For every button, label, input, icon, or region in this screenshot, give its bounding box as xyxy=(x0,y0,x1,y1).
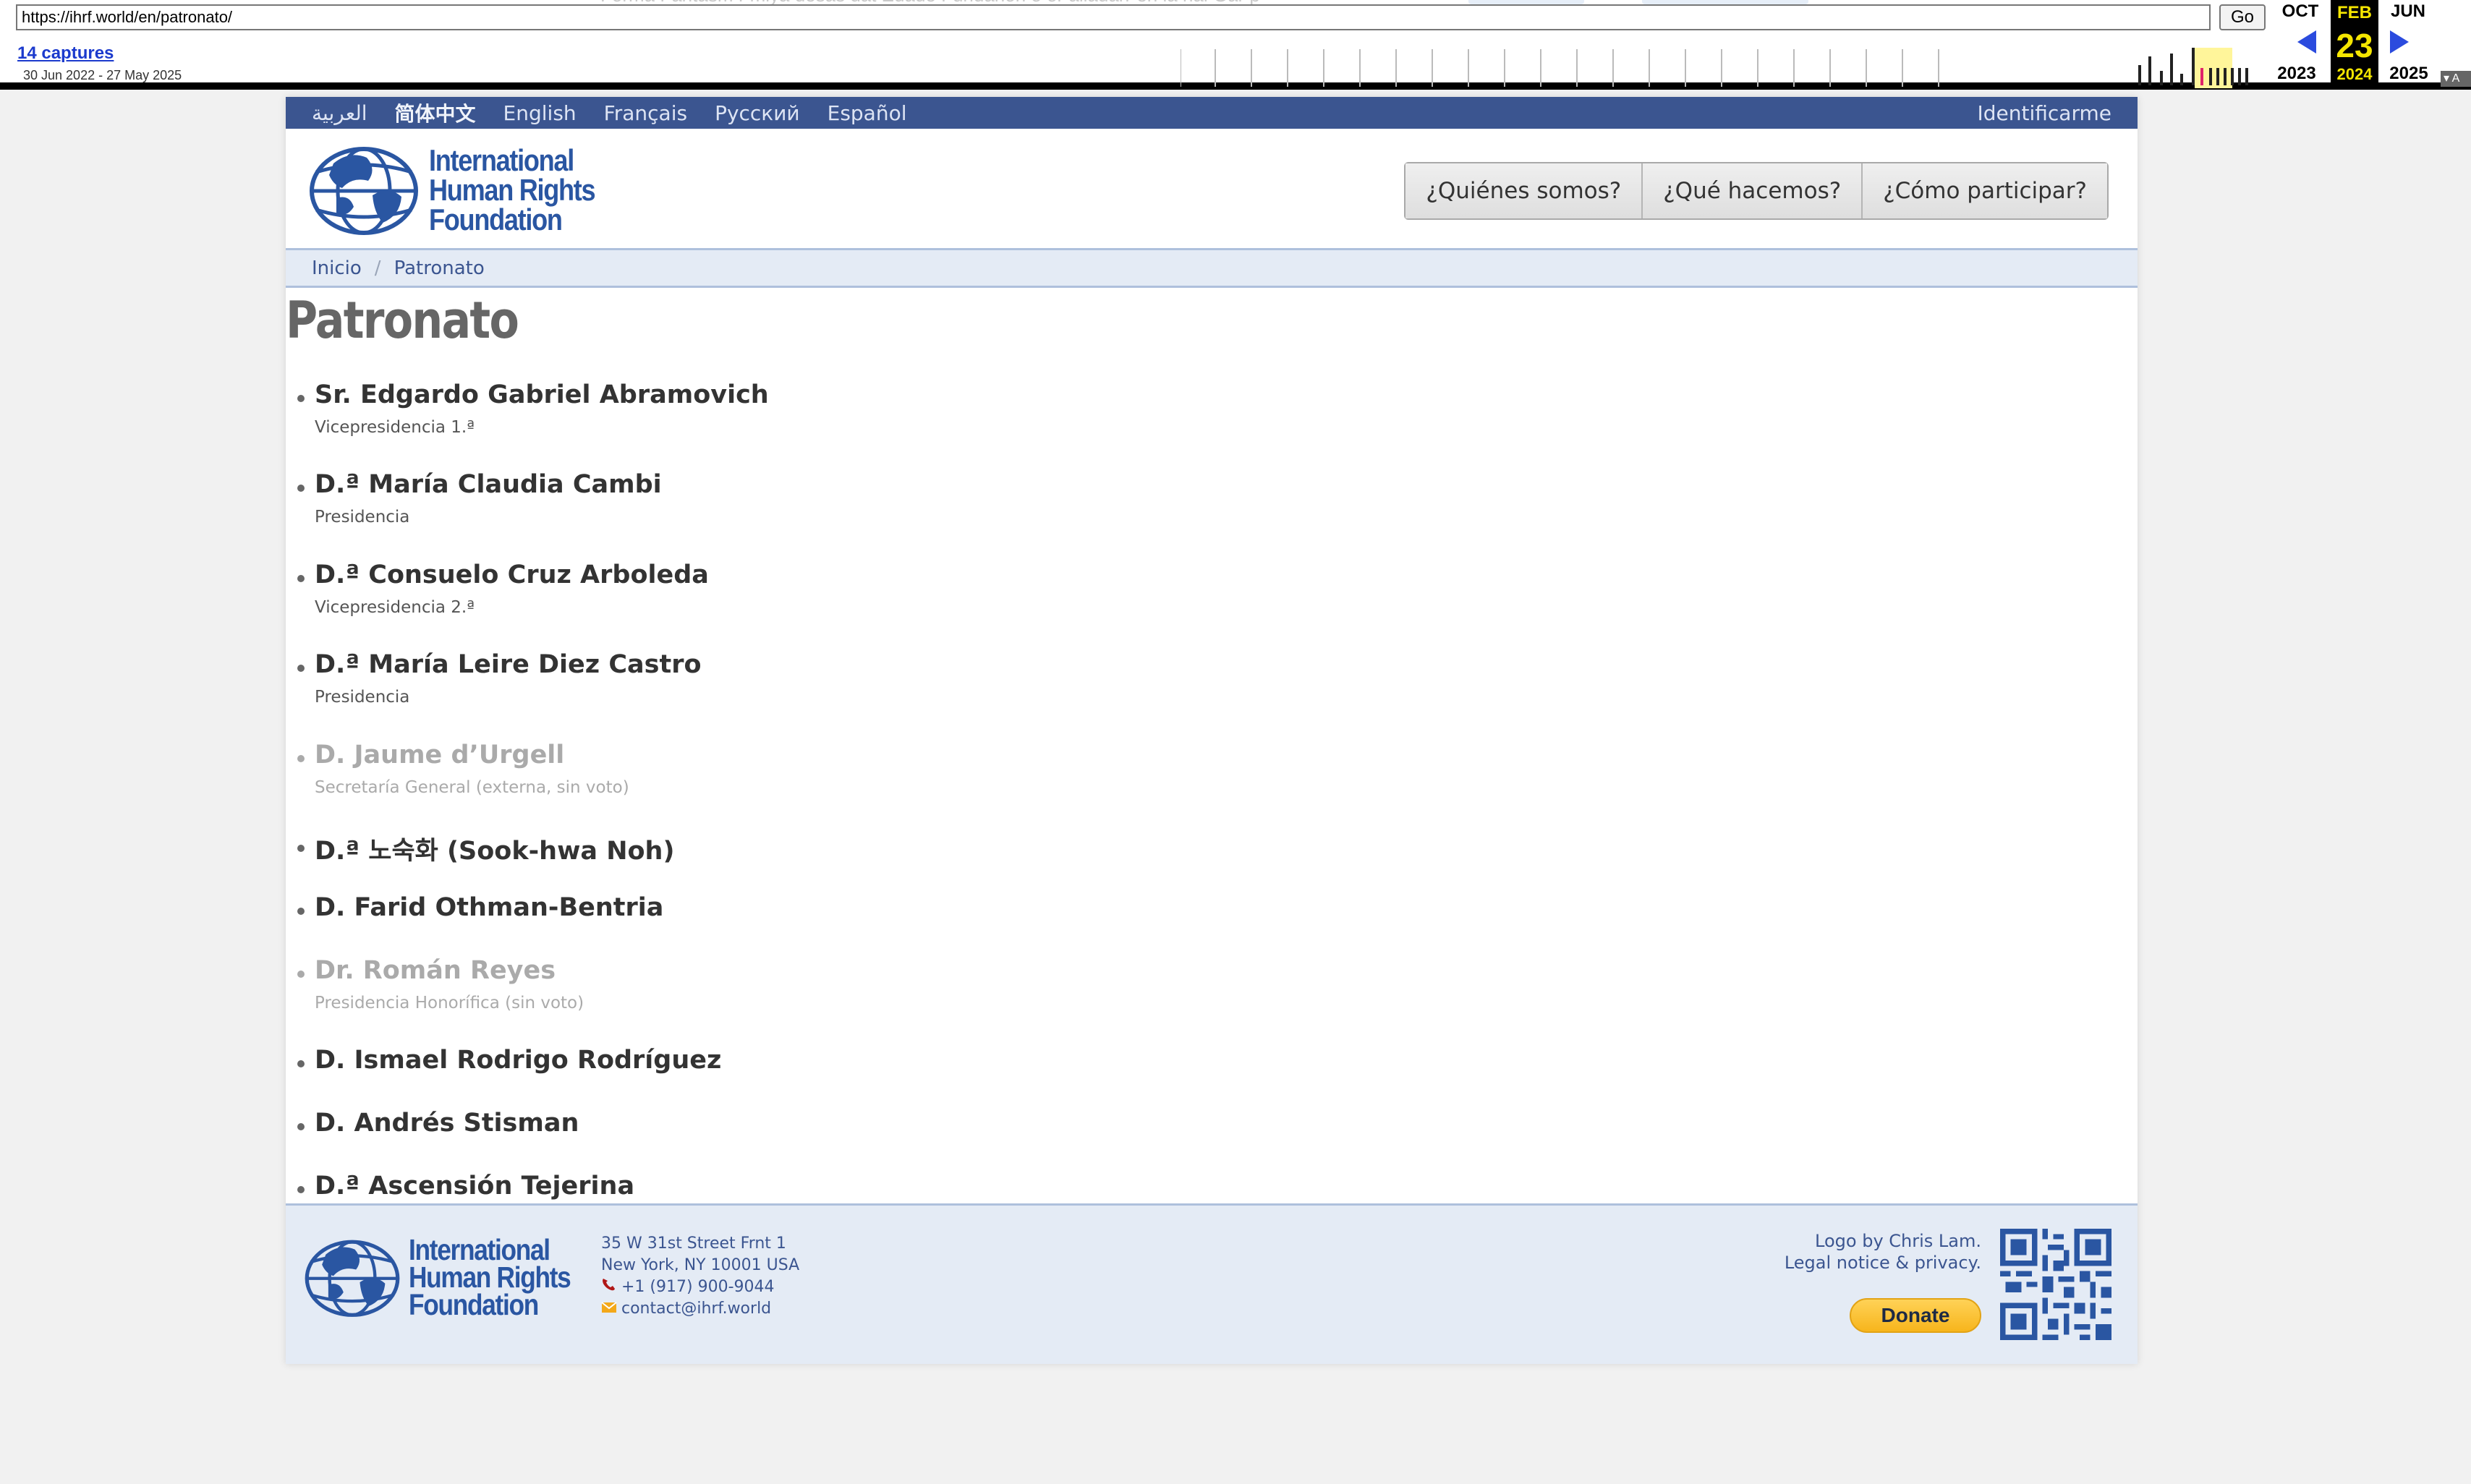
wayback-current-day: 23 xyxy=(2336,27,2373,64)
wayback-prev-arrow-icon[interactable] xyxy=(2297,30,2316,54)
footer-logo[interactable]: International Human Rights Foundation xyxy=(303,1233,597,1321)
footer-credits: Logo by Chris Lam. Legal notice & privac… xyxy=(1785,1230,1981,1274)
phone-icon xyxy=(603,1279,615,1291)
member-role: Secretaría General (externa, sin voto) xyxy=(315,778,629,797)
wayback-current-date: FEB 23 2024 xyxy=(2331,0,2378,90)
member-name: D.ª Ascensión Tejerina xyxy=(315,1172,635,1201)
wayback-go-button[interactable]: Go xyxy=(2219,4,2266,30)
breadcrumb-separator: / xyxy=(374,257,381,279)
bullet xyxy=(297,755,305,762)
phone-number[interactable]: +1 (917) 900-9044 xyxy=(621,1278,775,1296)
wayback-next-year: 2025 xyxy=(2389,64,2428,83)
lang-english[interactable]: English xyxy=(503,101,577,125)
wayback-captures-link[interactable]: 14 captures xyxy=(17,43,114,64)
donate-button[interactable]: Donate xyxy=(1850,1298,1981,1333)
lang-spanish[interactable]: Español xyxy=(828,101,907,125)
wayback-url-input[interactable] xyxy=(16,4,2211,30)
bullet xyxy=(297,908,305,915)
logo-line: International xyxy=(429,142,574,177)
member-name: Sr. Edgardo Gabriel Abramovich xyxy=(315,380,769,409)
footer-logo-text: International Human Rights Foundation xyxy=(409,1233,571,1321)
breadcrumb-current[interactable]: Patronato xyxy=(394,257,485,279)
phone-row[interactable]: +1 (917) 900-9044 xyxy=(601,1276,799,1298)
lang-arabic[interactable]: العربية xyxy=(312,101,367,125)
address-line: New York, NY 10001 USA xyxy=(601,1256,800,1274)
member-name: D. Ismael Rodrigo Rodríguez xyxy=(315,1046,722,1075)
logo-credit-link[interactable]: Logo by Chris Lam. xyxy=(1785,1230,1981,1252)
site-logo[interactable]: International Human Rights Foundation xyxy=(307,143,622,236)
lang-chinese[interactable]: 简体中文 xyxy=(395,98,476,127)
logo-line: Human Rights xyxy=(409,1261,571,1294)
site-header: International Human Rights Foundation ¿Q… xyxy=(286,129,2138,250)
logo-line: Human Rights xyxy=(429,172,596,207)
breadcrumb-home[interactable]: Inicio xyxy=(312,257,362,279)
member-name: D.ª María Leire Diez Castro xyxy=(315,650,702,679)
wayback-next-arrow-icon[interactable] xyxy=(2390,30,2409,54)
site-footer: International Human Rights Foundation 35… xyxy=(286,1203,2138,1364)
wayback-capture-sparkline[interactable] xyxy=(1181,46,2250,88)
footer-contact: 35 W 31st Street Frnt 1 New York, NY 100… xyxy=(601,1233,799,1320)
wayback-toolbar: Forma Fantasm Fmiya desas dat Edade Fund… xyxy=(0,0,2471,90)
logo-line: Foundation xyxy=(409,1288,539,1321)
page-title: Patronato xyxy=(286,291,519,350)
nav-what-we-do[interactable]: ¿Qué hacemos? xyxy=(1643,163,1863,218)
lang-russian[interactable]: Русский xyxy=(715,101,800,125)
login-link[interactable]: Identificarme xyxy=(1978,101,2111,125)
wayback-prev-month[interactable]: OCT xyxy=(2275,1,2326,22)
legal-notice-link[interactable]: Legal notice & privacy. xyxy=(1785,1252,1981,1274)
bullet xyxy=(297,1123,305,1130)
main-nav: ¿Quiénes somos? ¿Qué hacemos? ¿Cómo part… xyxy=(1404,162,2109,220)
address-line: 35 W 31st Street Frnt 1 xyxy=(601,1234,786,1253)
wayback-about-label: A xyxy=(2451,72,2460,85)
bullet xyxy=(297,1060,305,1067)
email-row[interactable]: contact@ihrf.world xyxy=(601,1298,799,1320)
nav-how-to-participate[interactable]: ¿Cómo participar? xyxy=(1863,163,2107,218)
email-icon xyxy=(601,1302,617,1313)
bullet xyxy=(297,485,305,492)
qr-code-icon xyxy=(2000,1229,2111,1340)
member-name: Dr. Román Reyes xyxy=(315,956,556,985)
logo-line: International xyxy=(409,1233,550,1266)
wayback-date-range: 30 Jun 2022 - 27 May 2025 xyxy=(23,68,182,82)
member-role: Vicepresidencia 2.ª xyxy=(315,598,475,617)
member-name: D. Andrés Stisman xyxy=(315,1109,579,1138)
email-link[interactable]: contact@ihrf.world xyxy=(621,1300,771,1318)
nav-who-we-are[interactable]: ¿Quiénes somos? xyxy=(1405,163,1643,218)
wayback-about-button[interactable]: ▾ A xyxy=(2441,71,2471,87)
member-name: D.ª María Claudia Cambi xyxy=(315,470,662,499)
bullet xyxy=(297,845,305,852)
member-name: D. Farid Othman-Bentria xyxy=(315,893,664,922)
member-name: D.ª Consuelo Cruz Arboleda xyxy=(315,560,709,589)
wayback-current-month: FEB xyxy=(2337,3,2372,22)
member-role: Presidencia Honorífica (sin voto) xyxy=(315,994,584,1012)
wayback-current-year: 2024 xyxy=(2336,65,2373,83)
bullet xyxy=(297,395,305,402)
language-bar: العربية 简体中文 English Français Русский Es… xyxy=(286,97,2138,129)
breadcrumb: Inicio / Patronato xyxy=(286,250,2138,288)
site-page: العربية 简体中文 English Français Русский Es… xyxy=(286,97,2138,1364)
bullet xyxy=(297,575,305,582)
bullet xyxy=(297,971,305,978)
member-role: Presidencia xyxy=(315,508,410,526)
member-name: D.ª 노숙화 (Sook-hwa Noh) xyxy=(315,837,675,866)
bullet xyxy=(297,1186,305,1193)
member-name: D. Jaume d’Urgell xyxy=(315,741,565,769)
bullet xyxy=(297,665,305,672)
globe-logo-icon xyxy=(305,1240,400,1317)
member-role: Vicepresidencia 1.ª xyxy=(315,418,475,437)
logo-line: Foundation xyxy=(429,202,563,236)
wayback-next-month[interactable]: JUN xyxy=(2383,1,2433,22)
globe-logo-icon xyxy=(310,147,418,235)
logo-text: International Human Rights Foundation xyxy=(429,142,596,236)
member-role: Presidencia xyxy=(315,688,410,707)
lang-french[interactable]: Français xyxy=(604,101,687,125)
wayback-prev-year: 2023 xyxy=(2277,64,2316,83)
